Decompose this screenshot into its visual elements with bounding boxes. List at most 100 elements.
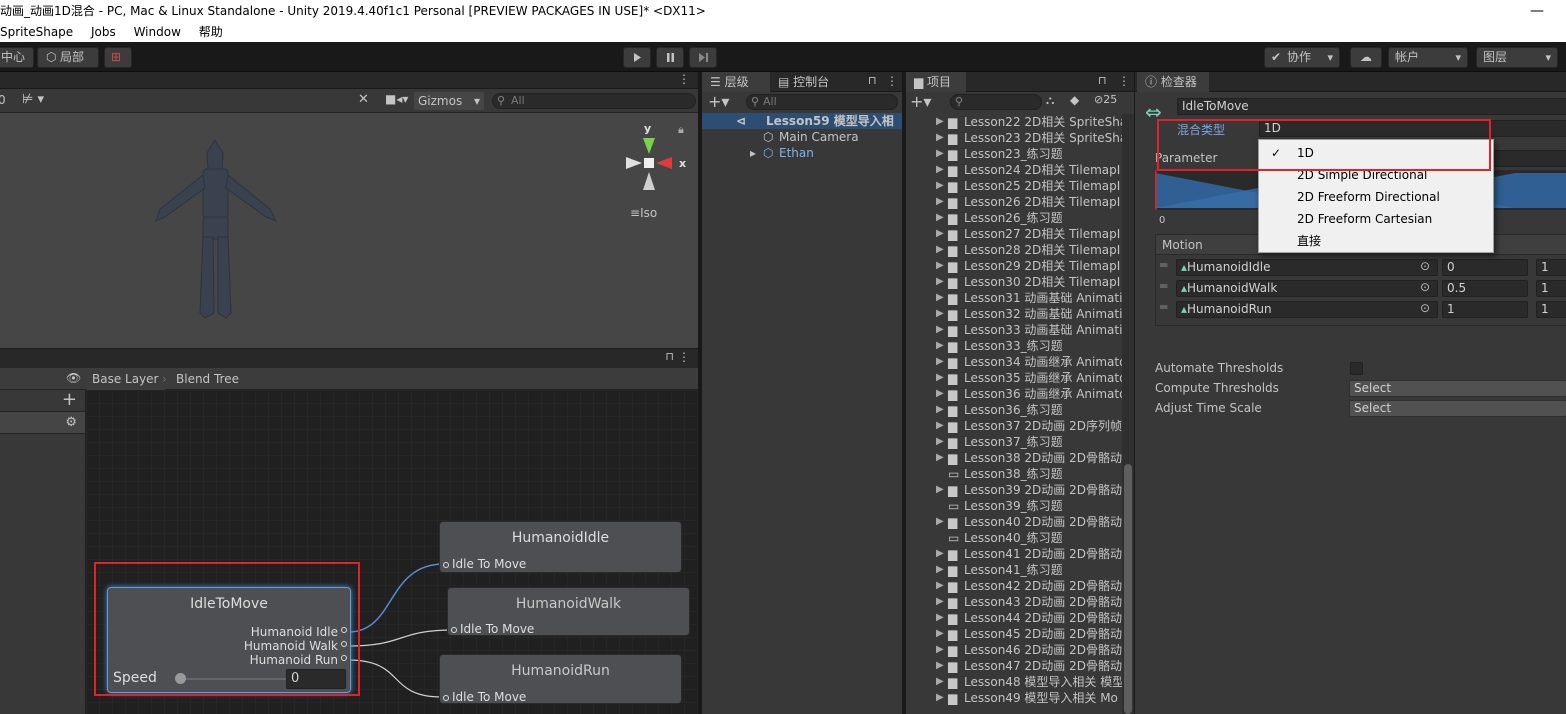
threshold-input[interactable]: 0 [1442, 259, 1528, 276]
motion-row[interactable]: ═ ▴HumanoidIdle ⊙ 0 1 [1156, 257, 1566, 278]
cloud-button[interactable]: ☁ [1350, 47, 1382, 68]
speed-slider-track[interactable] [178, 678, 286, 680]
expand-arrow-icon[interactable]: ▶ [936, 402, 944, 418]
menu-window[interactable]: Window [134, 25, 181, 39]
expand-arrow-icon[interactable]: ▶ [936, 370, 944, 386]
lock-icon[interactable]: 🔒︎ [678, 123, 684, 137]
hidden-count[interactable]: ⊘25 [1094, 93, 1117, 106]
expand-arrow-icon[interactable]: ▶ [936, 226, 944, 242]
expand-arrow-icon[interactable]: ▶ [936, 146, 944, 162]
create-add-button[interactable]: +▾ [910, 92, 931, 111]
motion-node-humanoid-idle[interactable]: HumanoidIdle Idle To Move [439, 521, 682, 573]
expand-arrow-icon[interactable]: ▶ [936, 578, 944, 594]
more-menu-icon[interactable]: ⋮ [678, 72, 690, 86]
time-scale-input[interactable]: 1 [1536, 259, 1566, 276]
blend-type-option[interactable]: 2D Freeform Directional [1259, 187, 1493, 209]
eye-icon[interactable]: 👁︎ [66, 371, 81, 385]
output-port[interactable] [341, 627, 347, 633]
output-port[interactable] [341, 641, 347, 647]
expand-arrow-icon[interactable]: ▶ [936, 514, 944, 530]
expand-arrow-icon[interactable]: ▶ [936, 130, 944, 146]
layers-dropdown[interactable]: 图层 [1476, 47, 1558, 68]
expand-arrow-icon[interactable]: ▶ [936, 594, 944, 610]
play-button[interactable] [623, 47, 651, 68]
object-picker-icon[interactable]: ⊙ [1420, 280, 1430, 294]
add-icon[interactable]: + [62, 390, 77, 410]
project-scrollbar[interactable] [1122, 114, 1134, 714]
breadcrumb-base-layer[interactable]: Base Layer [86, 368, 165, 390]
object-picker-icon[interactable]: ⊙ [1420, 301, 1430, 315]
object-name-input[interactable]: IdleToMove [1177, 98, 1566, 115]
menu-help[interactable]: 帮助 [199, 25, 223, 39]
time-scale-input[interactable]: 1 [1536, 280, 1566, 297]
menu-spriteshape[interactable]: SpriteShape [0, 25, 73, 39]
more-menu-icon[interactable]: ⋮ [886, 74, 898, 88]
more-menu-icon[interactable]: ⋮ [882, 113, 894, 129]
expand-arrow-icon[interactable]: ▶ [936, 242, 944, 258]
expand-arrow-icon[interactable]: ▶ [936, 210, 944, 226]
expand-arrow-icon[interactable]: ▸ [750, 145, 756, 161]
account-dropdown[interactable]: 帐户 [1388, 47, 1468, 68]
project-search-input[interactable] [950, 94, 1042, 110]
input-port[interactable] [451, 627, 457, 633]
tab-project[interactable]: ▆ 项目 [906, 72, 966, 92]
blend-type-option[interactable]: 直接 [1259, 231, 1493, 253]
time-scale-input[interactable]: 1 [1536, 301, 1566, 318]
expand-arrow-icon[interactable]: ▶ [936, 162, 944, 178]
local-global-button[interactable]: ⬡ 局部 [37, 47, 99, 68]
expand-arrow-icon[interactable]: ▶ [936, 418, 944, 434]
drag-handle-icon[interactable]: ═ [1160, 258, 1167, 272]
scene-viewport[interactable]: y x ≡Iso 🔒︎ [0, 113, 698, 348]
expand-arrow-icon[interactable]: ▶ [936, 626, 944, 642]
scene-toolbar-num[interactable]: 0 [0, 93, 6, 107]
motion-row[interactable]: ═ ▴HumanoidWalk ⊙ 0.5 1 [1156, 278, 1566, 299]
step-button[interactable] [689, 47, 717, 68]
hierarchy-item-main-camera[interactable]: ⬡ Main Camera [702, 129, 859, 145]
blend-type-option[interactable]: 2D Freeform Cartesian [1259, 209, 1493, 231]
object-picker-icon[interactable]: ⊙ [1420, 259, 1430, 273]
collab-dropdown[interactable]: ✔ 协作 [1264, 47, 1340, 68]
pause-button[interactable] [656, 47, 684, 68]
scene-tools-icon[interactable]: ⊭ ▾ [22, 92, 44, 107]
motion-field[interactable]: ▴HumanoidIdle [1176, 259, 1438, 276]
adjust-time-scale-dropdown[interactable]: Select [1349, 400, 1566, 417]
grid-snap-icon[interactable]: ⊞ [104, 47, 132, 68]
output-port[interactable] [341, 655, 347, 661]
threshold-input[interactable]: 0.5 [1442, 280, 1528, 297]
camera-icon[interactable]: ■◂▾ [385, 92, 408, 106]
drag-handle-icon[interactable]: ═ [1160, 300, 1167, 314]
tab-console[interactable]: ▤ 控制台 [770, 72, 866, 92]
motion-row[interactable]: ═ ▴HumanoidRun ⊙ 1 1 [1156, 299, 1566, 320]
scene-root-row[interactable]: ⊲ Lesson59 模型导入相 ⋮ [702, 113, 902, 129]
menu-jobs[interactable]: Jobs [91, 25, 116, 39]
expand-arrow-icon[interactable]: ▶ [936, 450, 944, 466]
expand-arrow-icon[interactable]: ▶ [936, 482, 944, 498]
expand-arrow-icon[interactable]: ▶ [936, 354, 944, 370]
expand-arrow-icon[interactable]: ▶ [936, 658, 944, 674]
expand-arrow-icon[interactable]: ▶ [936, 562, 944, 578]
motion-node-humanoid-walk[interactable]: HumanoidWalk Idle To Move [447, 587, 690, 636]
blend-tree-node[interactable]: IdleToMove Humanoid Idle Humanoid Walk H… [107, 587, 351, 693]
animator-graph[interactable]: IdleToMove Humanoid Idle Humanoid Walk H… [86, 390, 698, 714]
input-port[interactable] [443, 562, 449, 568]
expand-arrow-icon[interactable]: ▶ [936, 610, 944, 626]
lock-icon[interactable]: ⊓ [1098, 74, 1107, 87]
expand-arrow-icon[interactable]: ▶ [936, 178, 944, 194]
automate-thresholds-checkbox[interactable] [1350, 362, 1363, 375]
expand-arrow-icon[interactable]: ▶ [936, 642, 944, 658]
blend-type-option[interactable]: ✓ 1D [1259, 143, 1493, 165]
blend-type-dropdown[interactable]: 1D [1259, 120, 1566, 137]
more-menu-icon[interactable]: ⋮ [1118, 74, 1130, 88]
expand-arrow-icon[interactable]: ▶ [936, 306, 944, 322]
hierarchy-search-input[interactable]: All [746, 94, 898, 110]
expand-arrow-icon[interactable]: ▶ [936, 194, 944, 210]
scrollbar-thumb[interactable] [1124, 464, 1132, 714]
input-port[interactable] [443, 695, 449, 701]
hierarchy-item-ethan[interactable]: ▸ ⬡ Ethan [702, 145, 814, 161]
filter-type-icon[interactable]: ⛬ [1046, 93, 1054, 108]
expand-arrow-icon[interactable]: ▶ [936, 322, 944, 338]
expand-arrow-icon[interactable]: ▶ [936, 546, 944, 562]
speed-slider-handle[interactable] [175, 673, 186, 684]
lock-icon[interactable]: ⊓ [665, 350, 674, 363]
minimize-button[interactable]: — [1530, 0, 1544, 22]
